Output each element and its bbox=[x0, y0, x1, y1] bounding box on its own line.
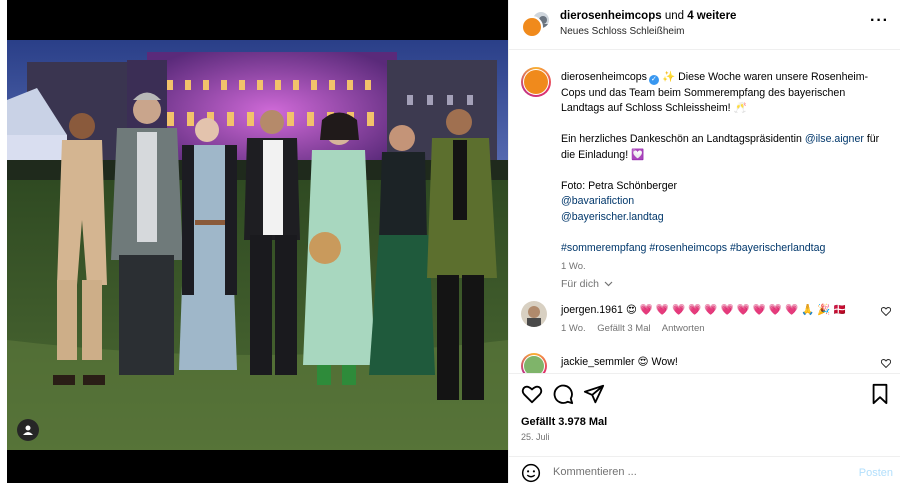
comment-input[interactable] bbox=[553, 464, 833, 480]
commenter-username[interactable]: jackie_semmler bbox=[561, 356, 635, 368]
more-options-button[interactable]: ··· bbox=[870, 13, 889, 29]
comment-meta: 1 Wo. Gefällt 3 Mal Antworten bbox=[561, 323, 714, 334]
post-header: dierosenheimcops und 4 weitere Neues Sch… bbox=[509, 0, 900, 50]
mention-ilse-aigner[interactable]: @ilse.aigner bbox=[805, 133, 864, 145]
page-edge bbox=[0, 0, 7, 483]
location-link[interactable]: Neues Schloss Schleißheim bbox=[560, 26, 685, 37]
post-actions-bar bbox=[509, 373, 900, 413]
comment-icon bbox=[553, 384, 574, 405]
heart-icon bbox=[521, 385, 543, 404]
comment-like-button[interactable] bbox=[880, 307, 892, 319]
comment-like-button[interactable] bbox=[880, 359, 892, 371]
collab-avatars[interactable] bbox=[521, 10, 551, 40]
comment-button[interactable] bbox=[552, 383, 574, 405]
comments-scroll-area[interactable]: dierosenheimcops ✓ ✨ Diese Woche waren un… bbox=[509, 51, 900, 373]
verified-badge-icon: ✓ bbox=[648, 75, 659, 85]
author-username[interactable]: dierosenheimcops bbox=[560, 10, 662, 22]
add-comment-bar: Posten bbox=[509, 456, 900, 483]
post-photo[interactable] bbox=[7, 40, 508, 450]
bookmark-icon bbox=[872, 383, 888, 405]
photo-credit: Foto: Petra Schönberger bbox=[561, 179, 678, 192]
smiley-icon bbox=[521, 463, 541, 483]
reply-button[interactable]: Antworten bbox=[662, 323, 705, 334]
post-caption: dierosenheimcops ✓ ✨ Diese Woche waren un… bbox=[561, 70, 891, 275]
caption-thanks: Ein herzliches Dankeschön an Landtagsprä… bbox=[561, 133, 802, 145]
for-you-filter[interactable]: Für dich bbox=[561, 278, 613, 290]
collab-connector: und bbox=[664, 10, 685, 22]
comment-time: 1 Wo. bbox=[561, 323, 586, 334]
user-icon bbox=[23, 425, 33, 435]
save-button[interactable] bbox=[869, 383, 891, 405]
commenter-username[interactable]: joergen.1961 bbox=[561, 304, 623, 316]
like-button[interactable] bbox=[521, 383, 543, 405]
post-media[interactable] bbox=[0, 0, 508, 483]
caption-hashtags[interactable]: #sommerempfang #rosenheimcops #bayerisch… bbox=[561, 242, 825, 254]
comment-likes[interactable]: Gefällt 3 Mal bbox=[597, 323, 650, 334]
more-dots-icon: ··· bbox=[870, 12, 889, 29]
author-avatar bbox=[521, 16, 543, 38]
chevron-down-icon bbox=[604, 281, 613, 287]
comment-body: joergen.1961 😍 💗 💗 💗 💗 💗 💗 💗 💗 💗 💗 🙏 🎉 🇩… bbox=[561, 303, 861, 317]
likes-count[interactable]: Gefällt 3.978 Mal bbox=[521, 416, 607, 428]
header-usernames: dierosenheimcops und 4 weitere bbox=[560, 10, 736, 22]
mention-bayerischer-landtag[interactable]: @bayerischer.landtag bbox=[561, 211, 664, 223]
commenter-avatar[interactable] bbox=[521, 353, 547, 373]
emoji-button[interactable] bbox=[521, 463, 541, 483]
post-comment-button[interactable]: Posten bbox=[859, 467, 893, 479]
mention-bavariafiction[interactable]: @bavariafiction bbox=[561, 195, 634, 207]
caption-time: 1 Wo. bbox=[561, 261, 586, 272]
comment-text: 😍 Wow! bbox=[637, 356, 678, 368]
post-panel: dierosenheimcops und 4 weitere Neues Sch… bbox=[508, 0, 900, 483]
caption-username[interactable]: dierosenheimcops bbox=[561, 71, 647, 83]
heart-icon bbox=[880, 307, 892, 317]
caption-author-avatar[interactable] bbox=[521, 67, 551, 97]
share-button[interactable] bbox=[583, 383, 605, 405]
heart-icon bbox=[880, 359, 892, 369]
post-date: 25. Juli bbox=[521, 432, 550, 442]
collaborators-link[interactable]: 4 weitere bbox=[687, 10, 736, 22]
comment-text: 😍 💗 💗 💗 💗 💗 💗 💗 💗 💗 💗 🙏 🎉 🇩🇰 bbox=[625, 304, 847, 316]
for-you-label: Für dich bbox=[561, 278, 599, 290]
send-icon bbox=[583, 384, 605, 404]
comment-body: jackie_semmler 😍 Wow! bbox=[561, 355, 861, 369]
commenter-avatar[interactable] bbox=[521, 301, 547, 327]
tagged-users-button[interactable] bbox=[17, 419, 39, 441]
